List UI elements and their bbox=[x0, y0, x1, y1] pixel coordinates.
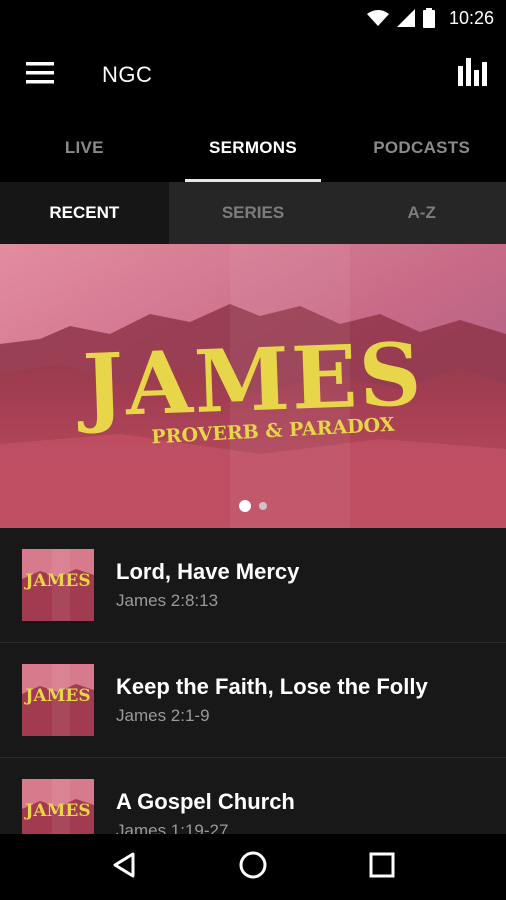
recents-square-icon bbox=[369, 852, 395, 883]
thumbnail-title: JAMES bbox=[25, 801, 91, 821]
sermon-reference: James 2:1-9 bbox=[116, 706, 210, 725]
thumbnail-title: JAMES bbox=[25, 571, 91, 591]
system-nav-bar bbox=[0, 834, 506, 900]
sermon-title: A Gospel Church bbox=[116, 789, 295, 814]
sub-tabs: RECENT SERIES A-Z bbox=[0, 182, 506, 244]
tab-sermons[interactable]: SERMONS bbox=[169, 114, 338, 182]
subtab-a-z[interactable]: A-Z bbox=[337, 182, 506, 244]
thumbnail-title: JAMES bbox=[25, 686, 91, 706]
battery-icon bbox=[422, 8, 435, 28]
carousel-dot-1[interactable] bbox=[239, 500, 251, 512]
sermon-list: JAMES Lord, Have Mercy James 2:8:13 JAME… bbox=[0, 528, 506, 834]
hero-banner[interactable]: JAMES PROVERB & PARADOX bbox=[0, 244, 506, 528]
sermon-title: Lord, Have Mercy bbox=[116, 559, 300, 584]
list-item[interactable]: JAMES A Gospel Church James 1:19-27 bbox=[0, 758, 506, 834]
back-button[interactable] bbox=[94, 837, 154, 897]
list-item[interactable]: JAMES Keep the Faith, Lose the Folly Jam… bbox=[0, 643, 506, 758]
tab-podcasts[interactable]: PODCASTS bbox=[337, 114, 506, 182]
cell-signal-icon bbox=[396, 9, 415, 27]
sermon-title: Keep the Faith, Lose the Folly bbox=[116, 674, 428, 699]
subtab-recent[interactable]: RECENT bbox=[0, 182, 169, 244]
carousel-dot-2[interactable] bbox=[259, 502, 267, 510]
recents-button[interactable] bbox=[352, 837, 412, 897]
tab-live[interactable]: LIVE bbox=[0, 114, 169, 182]
status-bar: 10:26 bbox=[0, 0, 506, 36]
sermon-thumbnail: JAMES bbox=[22, 664, 94, 736]
home-circle-icon bbox=[238, 850, 268, 885]
list-item[interactable]: JAMES Lord, Have Mercy James 2:8:13 bbox=[0, 528, 506, 643]
wifi-icon bbox=[366, 9, 389, 27]
hamburger-icon bbox=[26, 61, 54, 89]
app-title: NGC bbox=[102, 62, 153, 87]
home-button[interactable] bbox=[223, 837, 283, 897]
subtab-series[interactable]: SERIES bbox=[169, 182, 338, 244]
status-time: 10:26 bbox=[448, 7, 494, 28]
menu-button[interactable] bbox=[0, 36, 80, 114]
sermon-reference: James 1:19-27 bbox=[116, 821, 229, 834]
back-triangle-icon bbox=[111, 851, 137, 884]
main-tabs: LIVE SERMONS PODCASTS bbox=[0, 114, 506, 182]
sermon-reference: James 2:8:13 bbox=[116, 591, 219, 610]
carousel-indicator bbox=[0, 500, 506, 512]
sermon-thumbnail: JAMES bbox=[22, 779, 94, 834]
stats-button[interactable] bbox=[458, 56, 488, 91]
sermon-thumbnail: JAMES bbox=[22, 549, 94, 621]
app-bar: NGC bbox=[0, 36, 506, 114]
bar-chart-icon bbox=[458, 58, 488, 90]
